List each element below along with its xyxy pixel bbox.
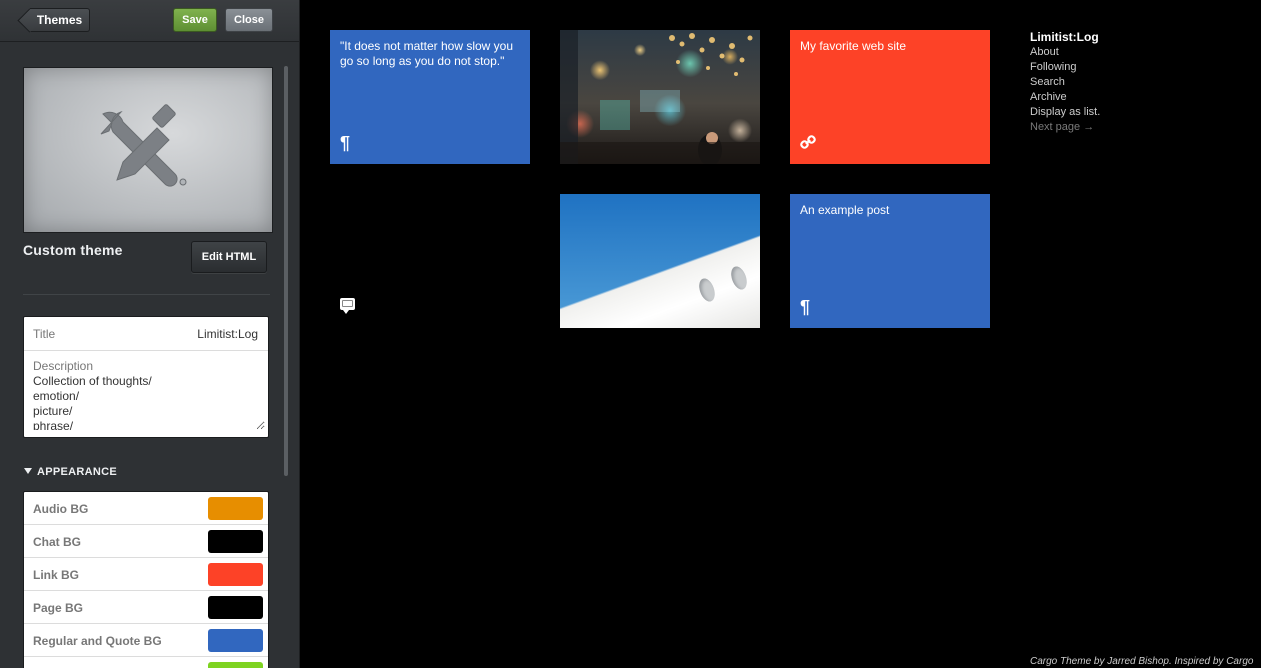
- blog-preview: "It does not matter how slow you go so l…: [300, 0, 1261, 668]
- close-button[interactable]: Close: [225, 8, 273, 32]
- color-option-label: Chat BG: [33, 535, 81, 549]
- color-swatch[interactable]: [208, 530, 263, 553]
- photo-detail: [696, 276, 718, 304]
- color-swatch[interactable]: [208, 596, 263, 619]
- color-options-list: Audio BG Chat BG Link BG Page BG Regular…: [23, 491, 269, 668]
- nav-archive-link[interactable]: Archive: [1030, 90, 1100, 105]
- link-icon: [800, 135, 816, 149]
- next-page-link[interactable]: Next page →: [1030, 120, 1100, 135]
- color-swatch[interactable]: [208, 662, 263, 668]
- title-input[interactable]: Limitist:Log: [197, 327, 258, 341]
- link-post-tile[interactable]: My favorite web site: [790, 30, 990, 164]
- themes-back-button[interactable]: Themes: [30, 8, 90, 32]
- text-post-title: An example post: [800, 203, 890, 217]
- sidebar-scrollbar[interactable]: [284, 66, 288, 476]
- triangle-down-icon: [24, 468, 32, 474]
- divider: [23, 294, 270, 295]
- edit-html-button[interactable]: Edit HTML: [191, 241, 267, 273]
- theme-sidebar: Themes Save Close Custom theme Edit HTML…: [0, 0, 300, 668]
- color-option-row[interactable]: Regular and Quote BG: [24, 624, 268, 657]
- nav-following-link[interactable]: Following: [1030, 60, 1100, 75]
- color-option-label: Link BG: [33, 568, 80, 582]
- color-option-row[interactable]: Chat BG: [24, 525, 268, 558]
- photo-detail: [728, 264, 750, 292]
- pilcrow-icon: ¶: [800, 297, 811, 317]
- color-option-row[interactable]: [24, 657, 268, 668]
- save-button[interactable]: Save: [173, 8, 217, 32]
- color-swatch[interactable]: [208, 497, 263, 520]
- description-row: Description: [24, 351, 268, 437]
- blog-info-panel: Title Limitist:Log Description: [23, 316, 269, 438]
- themes-button-label: Themes: [36, 13, 83, 27]
- appearance-section-toggle[interactable]: APPEARANCE: [24, 466, 117, 478]
- title-row[interactable]: Title Limitist:Log: [24, 317, 268, 351]
- title-label: Title: [33, 327, 56, 341]
- color-option-label: Page BG: [33, 601, 84, 615]
- color-option-row[interactable]: Audio BG: [24, 492, 268, 525]
- footer-credit: Cargo Theme by Jarred Bishop. Inspired b…: [1030, 656, 1254, 667]
- color-option-label: Regular and Quote BG: [33, 634, 162, 648]
- tools-icon: [100, 104, 187, 187]
- color-swatch[interactable]: [208, 629, 263, 652]
- pilcrow-icon: ¶: [340, 133, 351, 153]
- chat-bubble-icon[interactable]: [340, 298, 355, 314]
- photo-post-tile[interactable]: [560, 194, 760, 328]
- nav-display-as-list-link[interactable]: Display as list.: [1030, 105, 1100, 120]
- text-post-tile[interactable]: An example post ¶: [790, 194, 990, 328]
- color-option-row[interactable]: Page BG: [24, 591, 268, 624]
- quote-post-text: "It does not matter how slow you go so l…: [340, 39, 514, 68]
- photo-post-tile[interactable]: [560, 30, 760, 164]
- color-swatch[interactable]: [208, 563, 263, 586]
- theme-thumbnail: [23, 67, 273, 233]
- description-label: Description: [33, 359, 94, 373]
- blog-navigation: Limitist:Log About Following Search Arch…: [1030, 30, 1100, 135]
- appearance-label: APPEARANCE: [37, 466, 118, 478]
- city-lights-photo: [560, 30, 760, 164]
- nav-about-link[interactable]: About: [1030, 45, 1100, 60]
- color-option-label: Audio BG: [33, 502, 89, 516]
- quote-post-tile[interactable]: "It does not matter how slow you go so l…: [330, 30, 530, 164]
- nav-search-link[interactable]: Search: [1030, 75, 1100, 90]
- theme-name: Custom theme: [23, 242, 123, 258]
- blog-title-link[interactable]: Limitist:Log: [1030, 30, 1100, 45]
- sidebar-toolbar: Themes Save Close: [0, 0, 299, 42]
- link-post-text: My favorite web site: [800, 39, 907, 53]
- description-textarea[interactable]: [33, 374, 265, 430]
- color-option-row[interactable]: Link BG: [24, 558, 268, 591]
